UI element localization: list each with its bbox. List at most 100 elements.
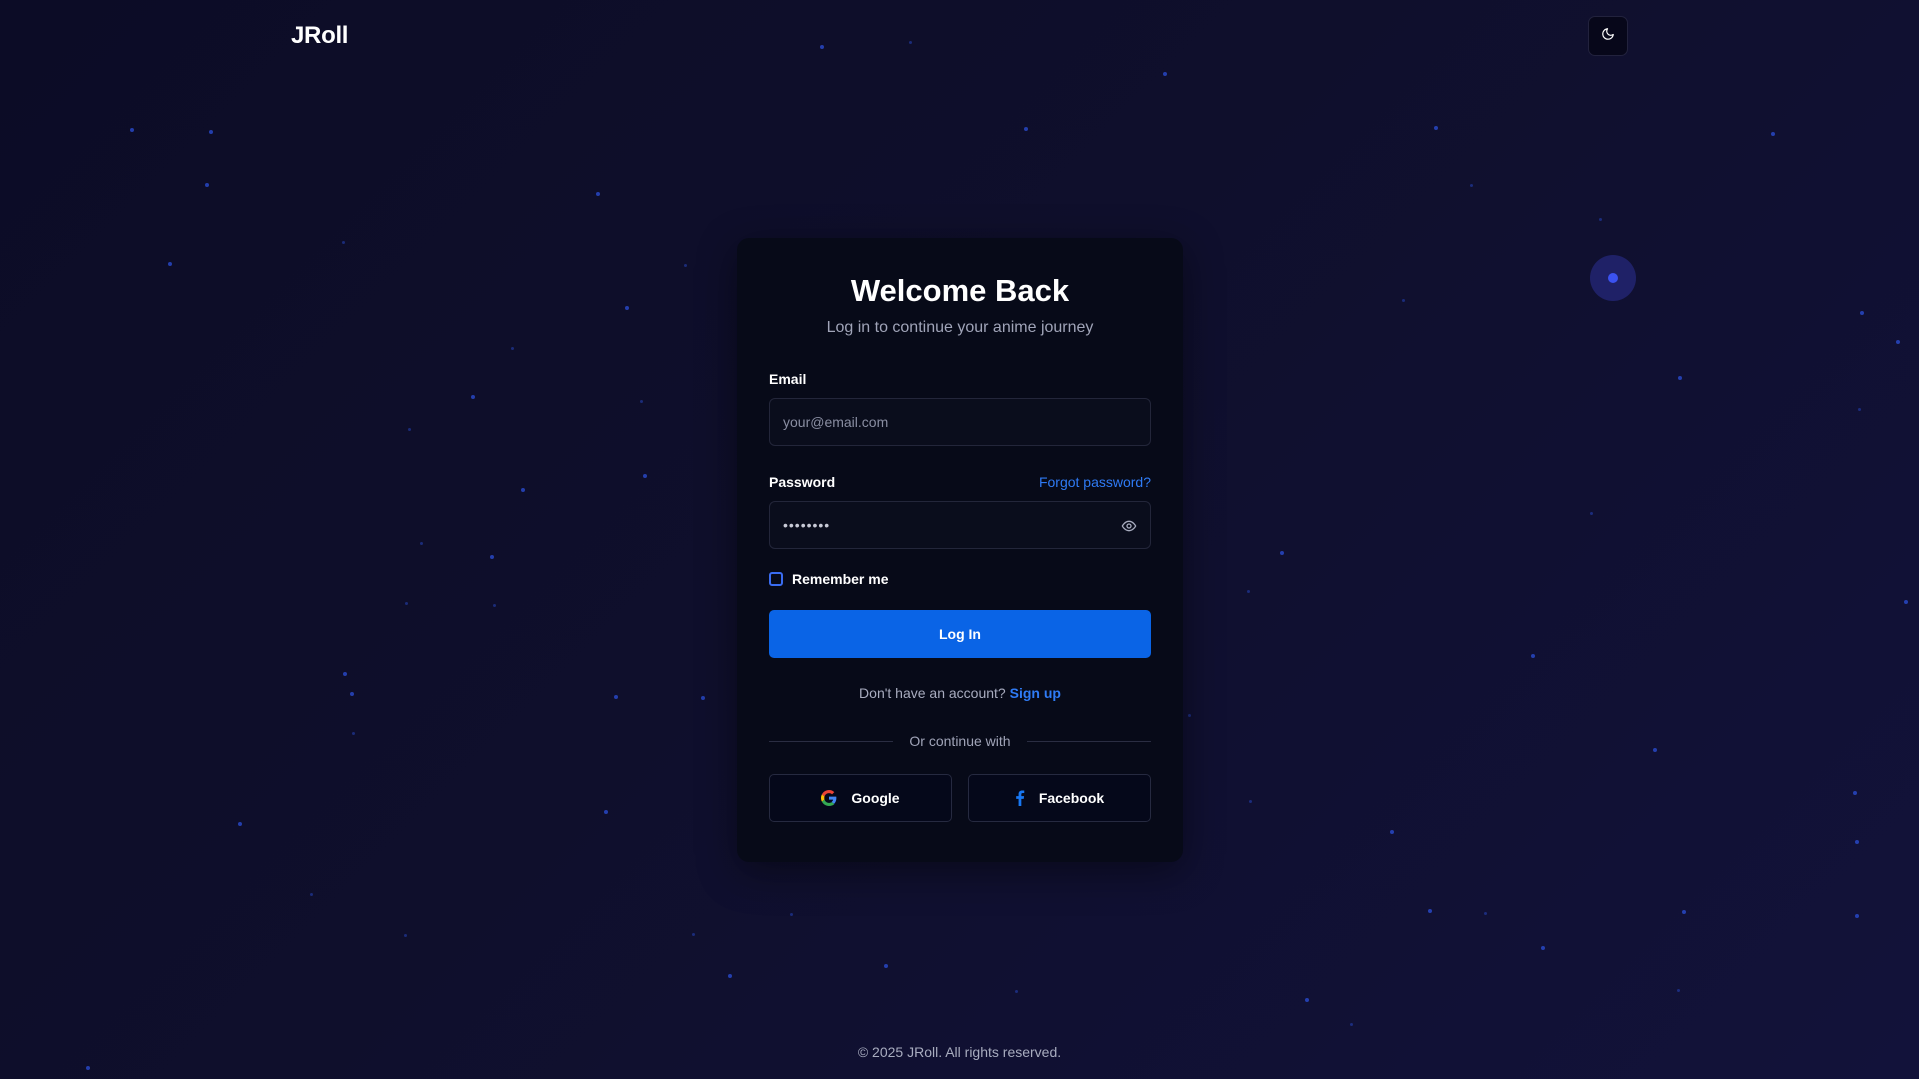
star [1853,791,1857,795]
orb-core [1608,273,1618,283]
star [405,602,408,605]
star [1390,830,1394,834]
star [1305,998,1309,1002]
star [1855,914,1859,918]
password-label-row: Password Forgot password? [769,474,1151,490]
star [1024,127,1028,131]
star [1677,989,1680,992]
star [310,893,313,896]
star [86,1066,90,1070]
facebook-login-button[interactable]: Facebook [968,774,1151,823]
star [1860,311,1864,315]
signup-prompt-text: Don't have an account? [859,685,1006,702]
star [342,241,345,244]
star [1590,512,1593,515]
star [692,933,695,936]
star [420,542,423,545]
star [1855,840,1859,844]
social-login-row: Google Facebook [769,774,1151,823]
star [343,672,347,676]
star [1858,408,1861,411]
star [625,306,629,310]
star [1682,910,1686,914]
divider-line-right [1026,740,1152,742]
star [790,913,793,916]
theme-toggle-button[interactable] [1588,16,1628,56]
remember-me-row: Remember me [769,571,1151,587]
signup-prompt-row: Don't have an account? Sign up [769,685,1151,701]
star [701,696,705,700]
google-icon [821,790,837,807]
floating-orb [1590,255,1636,301]
email-label: Email [769,371,807,388]
divider-line-left [769,740,894,742]
star [614,695,618,699]
star [471,395,475,399]
password-label: Password [769,474,836,491]
star [493,604,496,607]
star [1434,126,1438,130]
social-divider: Or continue with [769,733,1152,750]
password-field-wrapper [769,501,1151,550]
star [643,474,647,478]
star [604,810,608,814]
email-field[interactable] [770,399,1150,446]
star [1015,990,1018,993]
footer-copyright: © 2025 JRoll. All rights reserved. [857,1044,1062,1060]
star [1470,184,1473,187]
star [1249,800,1252,803]
star [1280,551,1284,555]
star [728,974,732,978]
google-login-button[interactable]: Google [769,774,952,823]
star [884,964,888,968]
remember-me-checkbox[interactable] [769,572,783,587]
facebook-button-label: Facebook [1038,790,1105,807]
star [521,488,525,492]
star [820,45,824,49]
star [168,262,172,266]
star [408,428,411,431]
star [1188,714,1191,717]
google-button-label: Google [851,790,900,807]
star [1678,376,1682,380]
star [350,692,354,696]
star [238,822,242,826]
star [1428,909,1432,913]
facebook-icon [1015,790,1025,807]
star [1653,748,1657,752]
star [209,130,213,134]
star [130,128,134,132]
signup-link[interactable]: Sign up [1010,685,1061,701]
forgot-password-link[interactable]: Forgot password? [1039,474,1151,490]
divider-text: Or continue with [909,733,1011,750]
eye-icon[interactable] [1118,515,1140,537]
star [1350,1023,1353,1026]
star [1247,590,1250,593]
star [640,400,643,403]
star [1484,912,1487,915]
star [1599,218,1602,221]
star [1531,654,1535,658]
password-field[interactable] [770,502,1150,549]
star [1402,299,1405,302]
email-field-wrapper [769,398,1151,447]
star [352,732,355,735]
star [1163,72,1167,76]
star [205,183,209,187]
star [404,934,407,937]
star [684,264,687,267]
login-card: Welcome Back Log in to continue your ani… [737,238,1183,862]
card-title: Welcome Back [850,273,1070,308]
star [1904,600,1908,604]
remember-me-label[interactable]: Remember me [792,571,889,587]
star [490,555,494,559]
star [909,41,912,44]
logo[interactable]: JRoll [291,22,348,50]
star [596,192,600,196]
moon-icon [1601,27,1615,46]
star [1771,132,1775,136]
star [1896,340,1900,344]
star [1541,946,1545,950]
card-subtitle: Log in to continue your anime journey [826,319,1094,337]
login-button[interactable]: Log In [769,610,1151,659]
